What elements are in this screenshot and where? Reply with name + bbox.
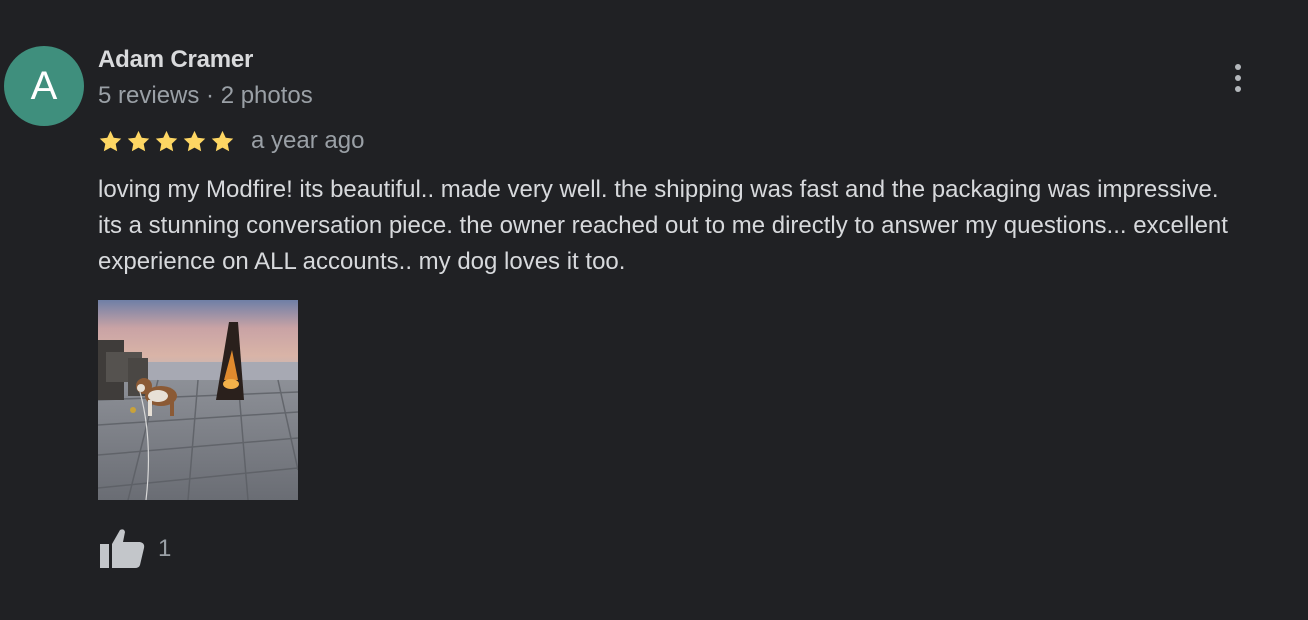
review-text: loving my Modfire! its beautiful.. made … xyxy=(98,176,1228,275)
avatar-initial: A xyxy=(30,63,58,108)
more-vertical-icon xyxy=(1235,64,1241,70)
author-name[interactable]: Adam Cramer xyxy=(98,46,253,74)
review-timestamp: a year ago xyxy=(251,127,365,154)
more-vertical-icon-dot xyxy=(1235,75,1241,81)
star-icon xyxy=(183,130,206,151)
like-count: 1 xyxy=(158,535,172,562)
review-photo[interactable] xyxy=(98,300,298,500)
more-options-button[interactable] xyxy=(1222,60,1254,96)
like-row: 1 xyxy=(98,526,171,572)
rating-row: a year ago xyxy=(98,126,364,156)
more-vertical-icon-dot xyxy=(1235,86,1241,92)
photo-thumbnail-firepit-with-dog xyxy=(98,300,298,500)
star-icon xyxy=(127,130,150,151)
review-card: A Adam Cramer 5 reviews · 2 photos a yea… xyxy=(0,0,1308,620)
thumbs-up-icon[interactable] xyxy=(98,526,146,572)
star-icon xyxy=(211,130,234,151)
star-icon xyxy=(99,130,122,151)
star-rating xyxy=(98,129,235,154)
author-meta[interactable]: 5 reviews · 2 photos xyxy=(98,82,313,110)
star-icon xyxy=(155,130,178,151)
avatar[interactable]: A xyxy=(4,46,84,126)
